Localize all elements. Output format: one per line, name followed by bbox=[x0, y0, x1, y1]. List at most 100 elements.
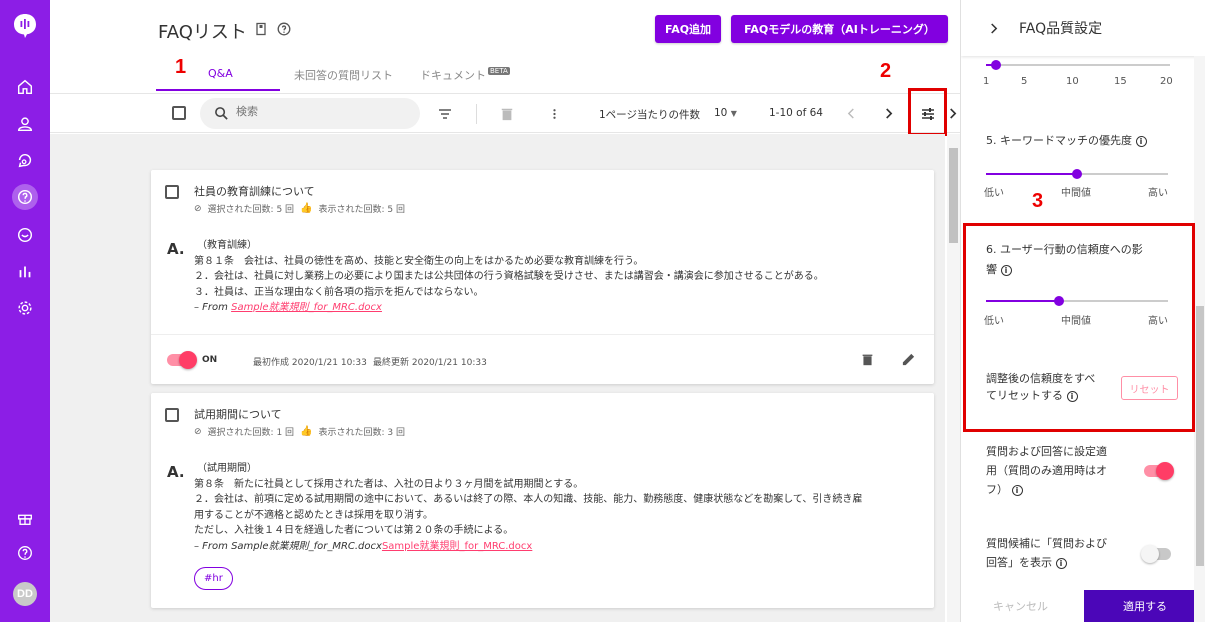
per-page-label: 1ページ当たりの件数 bbox=[599, 109, 700, 121]
source-link[interactable]: Sample就業規則_for_MRC.docx bbox=[382, 541, 532, 552]
panel-scrollbar-thumb[interactable] bbox=[1196, 306, 1204, 566]
answer-line: 第８条 新たに社員として採用された者は、入社の日より３ヶ月間を試用期間とする。 bbox=[194, 478, 584, 490]
faq-meta: ⊘ 選択された回数: 5 回 👍 表示された回数: 5 回 bbox=[194, 202, 405, 215]
tick-label: 10 bbox=[1066, 76, 1079, 87]
list-scrollbar[interactable] bbox=[947, 134, 960, 622]
per-page-select[interactable]: 10 ▼ bbox=[714, 107, 737, 119]
message-icon[interactable] bbox=[14, 224, 36, 246]
faq-card: 試用期間について ⊘ 選択された回数: 1 回 👍 表示された回数: 3 回 A… bbox=[151, 393, 934, 608]
tick-label: 20 bbox=[1160, 76, 1173, 87]
tick-label: 5 bbox=[1021, 76, 1028, 87]
keyword-priority-slider[interactable] bbox=[986, 169, 1168, 179]
train-model-button[interactable]: FAQモデルの教育（AIトレーニング） bbox=[731, 15, 948, 43]
answer-line: ２．会社は、社員に対し業務上の必要により国または公共団体の行う資格試験を受けさせ… bbox=[194, 271, 824, 282]
faq-question[interactable]: 試用期間について bbox=[194, 406, 282, 422]
panel-scrollbar[interactable] bbox=[1194, 56, 1205, 622]
faq-checkbox[interactable] bbox=[165, 408, 179, 422]
shown-count: 表示された回数: 5 回 bbox=[318, 205, 405, 215]
apply-both-text: フ） bbox=[986, 483, 1008, 496]
status-toggle[interactable] bbox=[167, 351, 197, 369]
main-area: FAQリスト FAQ追加 FAQモデルの教育（AIトレーニング） Q&A 未回答… bbox=[50, 0, 960, 622]
tag-chip[interactable]: #hr bbox=[194, 567, 233, 590]
cancel-button[interactable]: キャンセル bbox=[993, 598, 1048, 614]
beta-badge: BETA bbox=[488, 67, 510, 75]
answer-line: ３．社員は、正当な理由なく前各項の指示を拒んではならない。 bbox=[194, 286, 484, 298]
delete-icon[interactable] bbox=[500, 106, 514, 122]
keyword-priority-label: 5. キーワードマッチの優先度 i bbox=[986, 131, 1147, 151]
home-icon[interactable] bbox=[14, 76, 36, 98]
faq-checkbox[interactable] bbox=[165, 185, 179, 199]
gift-icon[interactable] bbox=[14, 507, 36, 529]
threshold-slider[interactable] bbox=[986, 60, 1170, 70]
show-both-line2: 回答」を表示 i bbox=[986, 553, 1067, 573]
bookmark-icon[interactable] bbox=[254, 22, 268, 36]
show-both-line1: 質問候補に「質問および bbox=[986, 537, 1107, 550]
shown-count: 表示された回数: 3 回 bbox=[318, 428, 405, 438]
prev-page-icon[interactable] bbox=[847, 107, 856, 120]
mid-label: 中間値 bbox=[1061, 188, 1091, 199]
faq-list: 社員の教育訓練について ⊘ 選択された回数: 5 回 👍 表示された回数: 5 … bbox=[50, 134, 945, 622]
users-icon[interactable] bbox=[14, 113, 36, 135]
help-icon[interactable] bbox=[14, 542, 36, 564]
page-title: FAQリスト bbox=[158, 22, 247, 43]
tab-unanswered[interactable]: 未回答の質問リスト bbox=[294, 67, 393, 83]
next-page-icon[interactable] bbox=[884, 107, 893, 120]
dropdown-arrow-icon: ▼ bbox=[730, 109, 737, 118]
answer-source: – From Sample就業規則_for_MRC.docxSample就業規則… bbox=[194, 539, 924, 555]
faq-icon[interactable] bbox=[12, 184, 38, 210]
check-circle-icon: ⊘ bbox=[194, 426, 202, 437]
apply-both-line3: フ） i bbox=[986, 480, 1023, 500]
faq-meta: ⊘ 選択された回数: 1 回 👍 表示された回数: 3 回 bbox=[194, 425, 405, 438]
apply-both-line1: 質問および回答に設定適 bbox=[986, 445, 1107, 458]
faq-question[interactable]: 社員の教育訓練について bbox=[194, 183, 315, 199]
selected-count: 選択された回数: 5 回 bbox=[207, 205, 295, 215]
apply-both-toggle[interactable] bbox=[1144, 462, 1174, 480]
tab-documents[interactable]: ドキュメント BETA bbox=[420, 67, 510, 83]
thumb-up-icon: 👍 bbox=[300, 426, 313, 437]
faq-card: 社員の教育訓練について ⊘ 選択された回数: 5 回 👍 表示された回数: 5 … bbox=[151, 170, 934, 384]
tick-label: 15 bbox=[1114, 76, 1127, 87]
annotation-box-3 bbox=[963, 223, 1195, 432]
search-input[interactable] bbox=[236, 105, 406, 118]
logo-icon[interactable] bbox=[13, 13, 37, 39]
tab-indicator bbox=[156, 89, 280, 91]
select-all-checkbox[interactable] bbox=[172, 106, 186, 120]
avatar[interactable]: DD bbox=[13, 582, 37, 606]
delete-icon[interactable] bbox=[861, 352, 874, 367]
per-page-value: 10 bbox=[714, 107, 728, 119]
answer-line: 用することが不適格と認めたときは採用を取り消す。 bbox=[194, 509, 433, 521]
answer-line: 第８１条 会社は、社員の徳性を高め、技能と安全衛生の向上をはかるため必要な教育訓… bbox=[194, 255, 644, 267]
info-icon[interactable]: i bbox=[1055, 557, 1067, 569]
show-both-text: 回答」を表示 bbox=[986, 556, 1052, 569]
help-circle-icon[interactable] bbox=[277, 22, 291, 36]
settings-icon[interactable] bbox=[14, 297, 36, 319]
chevron-right-icon[interactable] bbox=[989, 22, 998, 35]
window-edge bbox=[1205, 0, 1215, 632]
filter-icon[interactable] bbox=[437, 106, 453, 122]
answer-line: ただし、入社後１４日を経過した者については第２０条の手続による。 bbox=[194, 525, 514, 536]
tab-qa[interactable]: Q&A bbox=[208, 67, 233, 80]
list-toolbar: 1ページ当たりの件数 10 ▼ 1-10 of 64 bbox=[50, 93, 960, 133]
collapse-panel-icon[interactable] bbox=[948, 107, 957, 120]
info-icon[interactable]: i bbox=[1011, 484, 1023, 496]
annotation-3: 3 bbox=[1032, 190, 1044, 212]
more-vert-icon[interactable] bbox=[550, 106, 562, 122]
analytics-icon[interactable] bbox=[14, 260, 36, 282]
slider-knob[interactable] bbox=[991, 60, 1001, 70]
thumb-up-icon: 👍 bbox=[300, 203, 313, 214]
apply-button[interactable]: 適用する bbox=[1084, 590, 1205, 622]
chat-icon[interactable] bbox=[14, 149, 36, 171]
info-icon[interactable]: i bbox=[1135, 135, 1147, 147]
toolbar-divider bbox=[476, 104, 477, 124]
add-faq-button[interactable]: FAQ追加 bbox=[655, 15, 721, 43]
search-box bbox=[200, 98, 420, 129]
show-both-toggle[interactable] bbox=[1141, 545, 1171, 563]
slider-knob[interactable] bbox=[1072, 169, 1082, 179]
annotation-box-2 bbox=[908, 88, 947, 136]
source-link[interactable]: Sample就業規則_for_MRC.docx bbox=[231, 302, 382, 313]
scrollbar-thumb[interactable] bbox=[949, 148, 958, 243]
app-sidebar: DD bbox=[0, 0, 50, 622]
tick-label: 1 bbox=[983, 76, 990, 87]
edit-icon[interactable] bbox=[901, 352, 916, 367]
check-circle-icon: ⊘ bbox=[194, 203, 202, 214]
